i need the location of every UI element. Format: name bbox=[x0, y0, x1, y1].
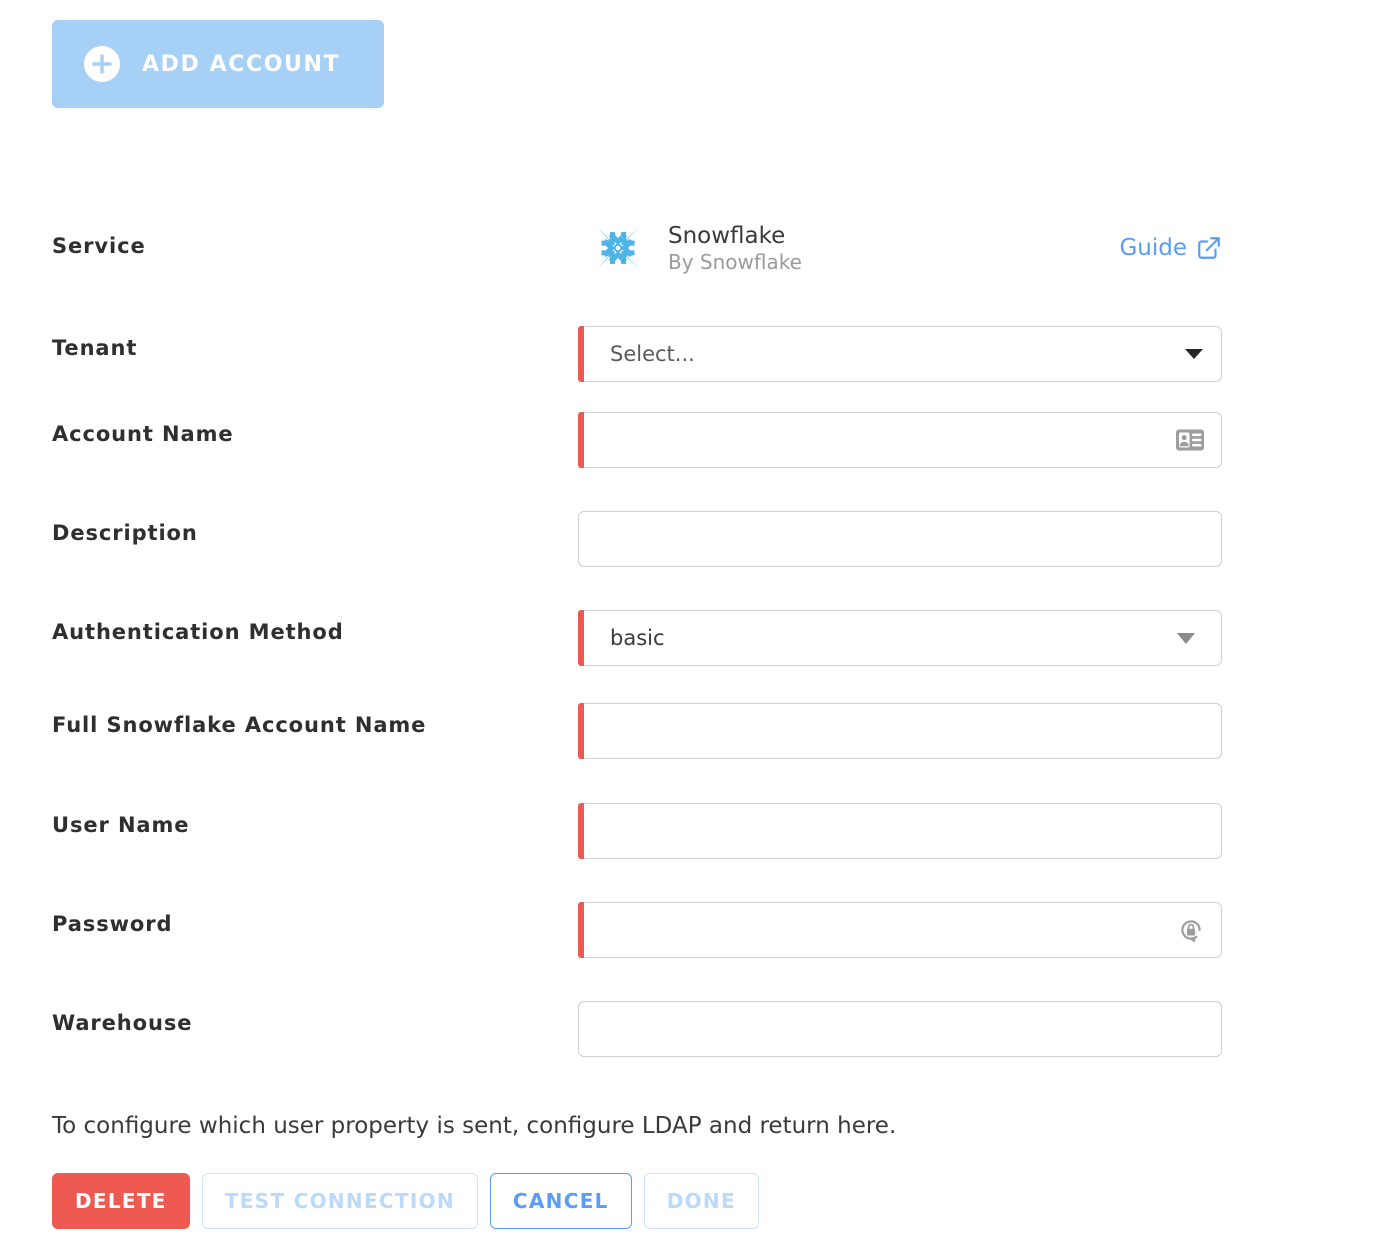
service-vendor: By Snowflake bbox=[668, 249, 802, 274]
password-reset-lock-icon[interactable] bbox=[1177, 916, 1205, 944]
warehouse-input[interactable] bbox=[578, 1001, 1222, 1057]
plus-circle-icon bbox=[84, 46, 120, 82]
full-snowflake-account-name-input[interactable] bbox=[584, 703, 1222, 759]
done-button[interactable]: DONE bbox=[643, 1173, 759, 1229]
warehouse-label: Warehouse bbox=[52, 1011, 193, 1035]
user-name-label: User Name bbox=[52, 813, 190, 837]
form-row-full-snowflake-account-name: Full Snowflake Account Name bbox=[0, 691, 1379, 791]
password-label: Password bbox=[52, 912, 173, 936]
authentication-method-field-wrapper: basic bbox=[578, 610, 1222, 666]
authentication-method-select[interactable]: basic bbox=[584, 610, 1222, 666]
tenant-label: Tenant bbox=[52, 336, 138, 360]
authentication-method-label: Authentication Method bbox=[52, 620, 344, 644]
ldap-note: To configure which user property is sent… bbox=[52, 1113, 897, 1139]
delete-button[interactable]: DELETE bbox=[52, 1173, 190, 1229]
tenant-value: Select... bbox=[610, 342, 695, 366]
description-field-wrapper bbox=[578, 511, 1222, 567]
form-row-service: Service Snowflake By Snowflake Guide bbox=[0, 196, 1379, 314]
guide-label: Guide bbox=[1119, 235, 1187, 261]
add-account-label: ADD ACCOUNT bbox=[142, 51, 341, 77]
account-name-input[interactable] bbox=[584, 412, 1222, 468]
full-snowflake-account-name-field-wrapper bbox=[578, 703, 1222, 759]
chevron-down-icon bbox=[1185, 349, 1203, 359]
guide-link[interactable]: Guide bbox=[1119, 235, 1222, 261]
form-actions: DELETE TEST CONNECTION CANCEL DONE bbox=[52, 1173, 759, 1229]
form-row-account-name: Account Name bbox=[0, 400, 1379, 499]
tenant-field-wrapper: Select... bbox=[578, 326, 1222, 382]
user-name-input[interactable] bbox=[584, 803, 1222, 859]
full-snowflake-account-name-label: Full Snowflake Account Name bbox=[52, 713, 427, 737]
form-row-password: Password bbox=[0, 890, 1379, 989]
form-row-warehouse: Warehouse bbox=[0, 989, 1379, 1079]
password-input[interactable] bbox=[584, 902, 1222, 958]
caret-down-icon bbox=[1177, 632, 1195, 644]
tenant-select[interactable]: Select... bbox=[584, 326, 1222, 382]
snowflake-logo-icon bbox=[590, 220, 646, 276]
service-name-block: Snowflake By Snowflake bbox=[668, 222, 802, 274]
password-field-wrapper bbox=[578, 902, 1222, 958]
account-name-label: Account Name bbox=[52, 422, 234, 446]
account-form: Service Snowflake By Snowflake Guide Ten… bbox=[0, 196, 1379, 1079]
id-card-icon[interactable] bbox=[1175, 428, 1205, 452]
test-connection-button[interactable]: TEST CONNECTION bbox=[201, 1173, 478, 1229]
form-row-description: Description bbox=[0, 499, 1379, 598]
form-row-tenant: Tenant Select... bbox=[0, 314, 1379, 400]
external-link-icon bbox=[1198, 237, 1220, 259]
warehouse-field-wrapper bbox=[578, 1001, 1222, 1057]
user-name-field-wrapper bbox=[578, 803, 1222, 859]
service-label: Service bbox=[52, 234, 146, 258]
form-row-authentication-method: Authentication Method basic bbox=[0, 598, 1379, 691]
description-label: Description bbox=[52, 521, 198, 545]
form-row-user-name: User Name bbox=[0, 791, 1379, 890]
service-info: Snowflake By Snowflake Guide bbox=[586, 216, 1222, 280]
description-input[interactable] bbox=[578, 511, 1222, 567]
account-name-field-wrapper bbox=[578, 412, 1222, 468]
authentication-method-value: basic bbox=[610, 626, 665, 650]
service-name: Snowflake bbox=[668, 222, 786, 249]
cancel-button[interactable]: CANCEL bbox=[489, 1173, 632, 1229]
add-account-button[interactable]: ADD ACCOUNT bbox=[52, 20, 384, 108]
